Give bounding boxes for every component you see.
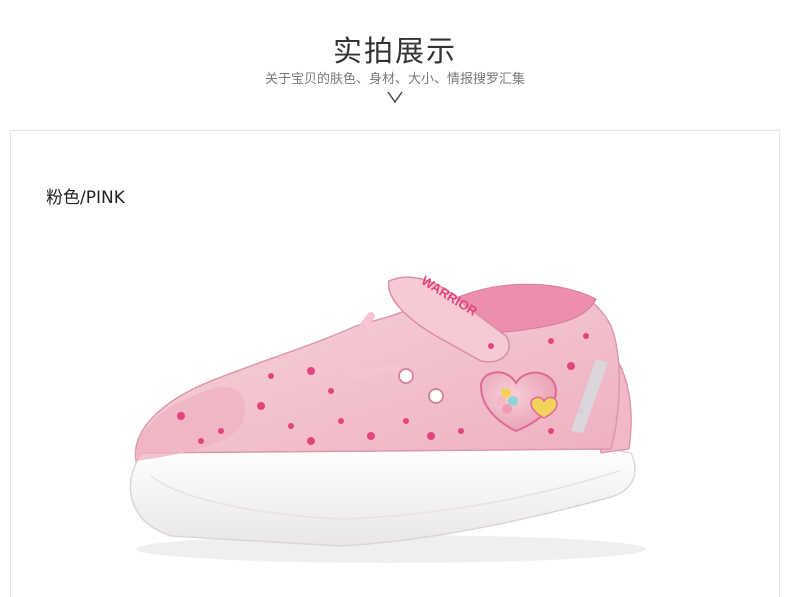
chevron-down-icon [387,91,403,104]
product-photo-panel: 粉色/PINK WARRIOR [10,130,780,597]
section-title: 实拍展示 [332,34,457,68]
pink-sneaker-image: WARRIOR [129,273,646,563]
section-header: 实拍展示 关于宝贝的肤色、身材、大小、情报搜罗汇集 [0,0,790,130]
shoe-sole [129,448,636,547]
section-subtitle: 关于宝贝的肤色、身材、大小、情报搜罗汇集 [264,72,525,87]
